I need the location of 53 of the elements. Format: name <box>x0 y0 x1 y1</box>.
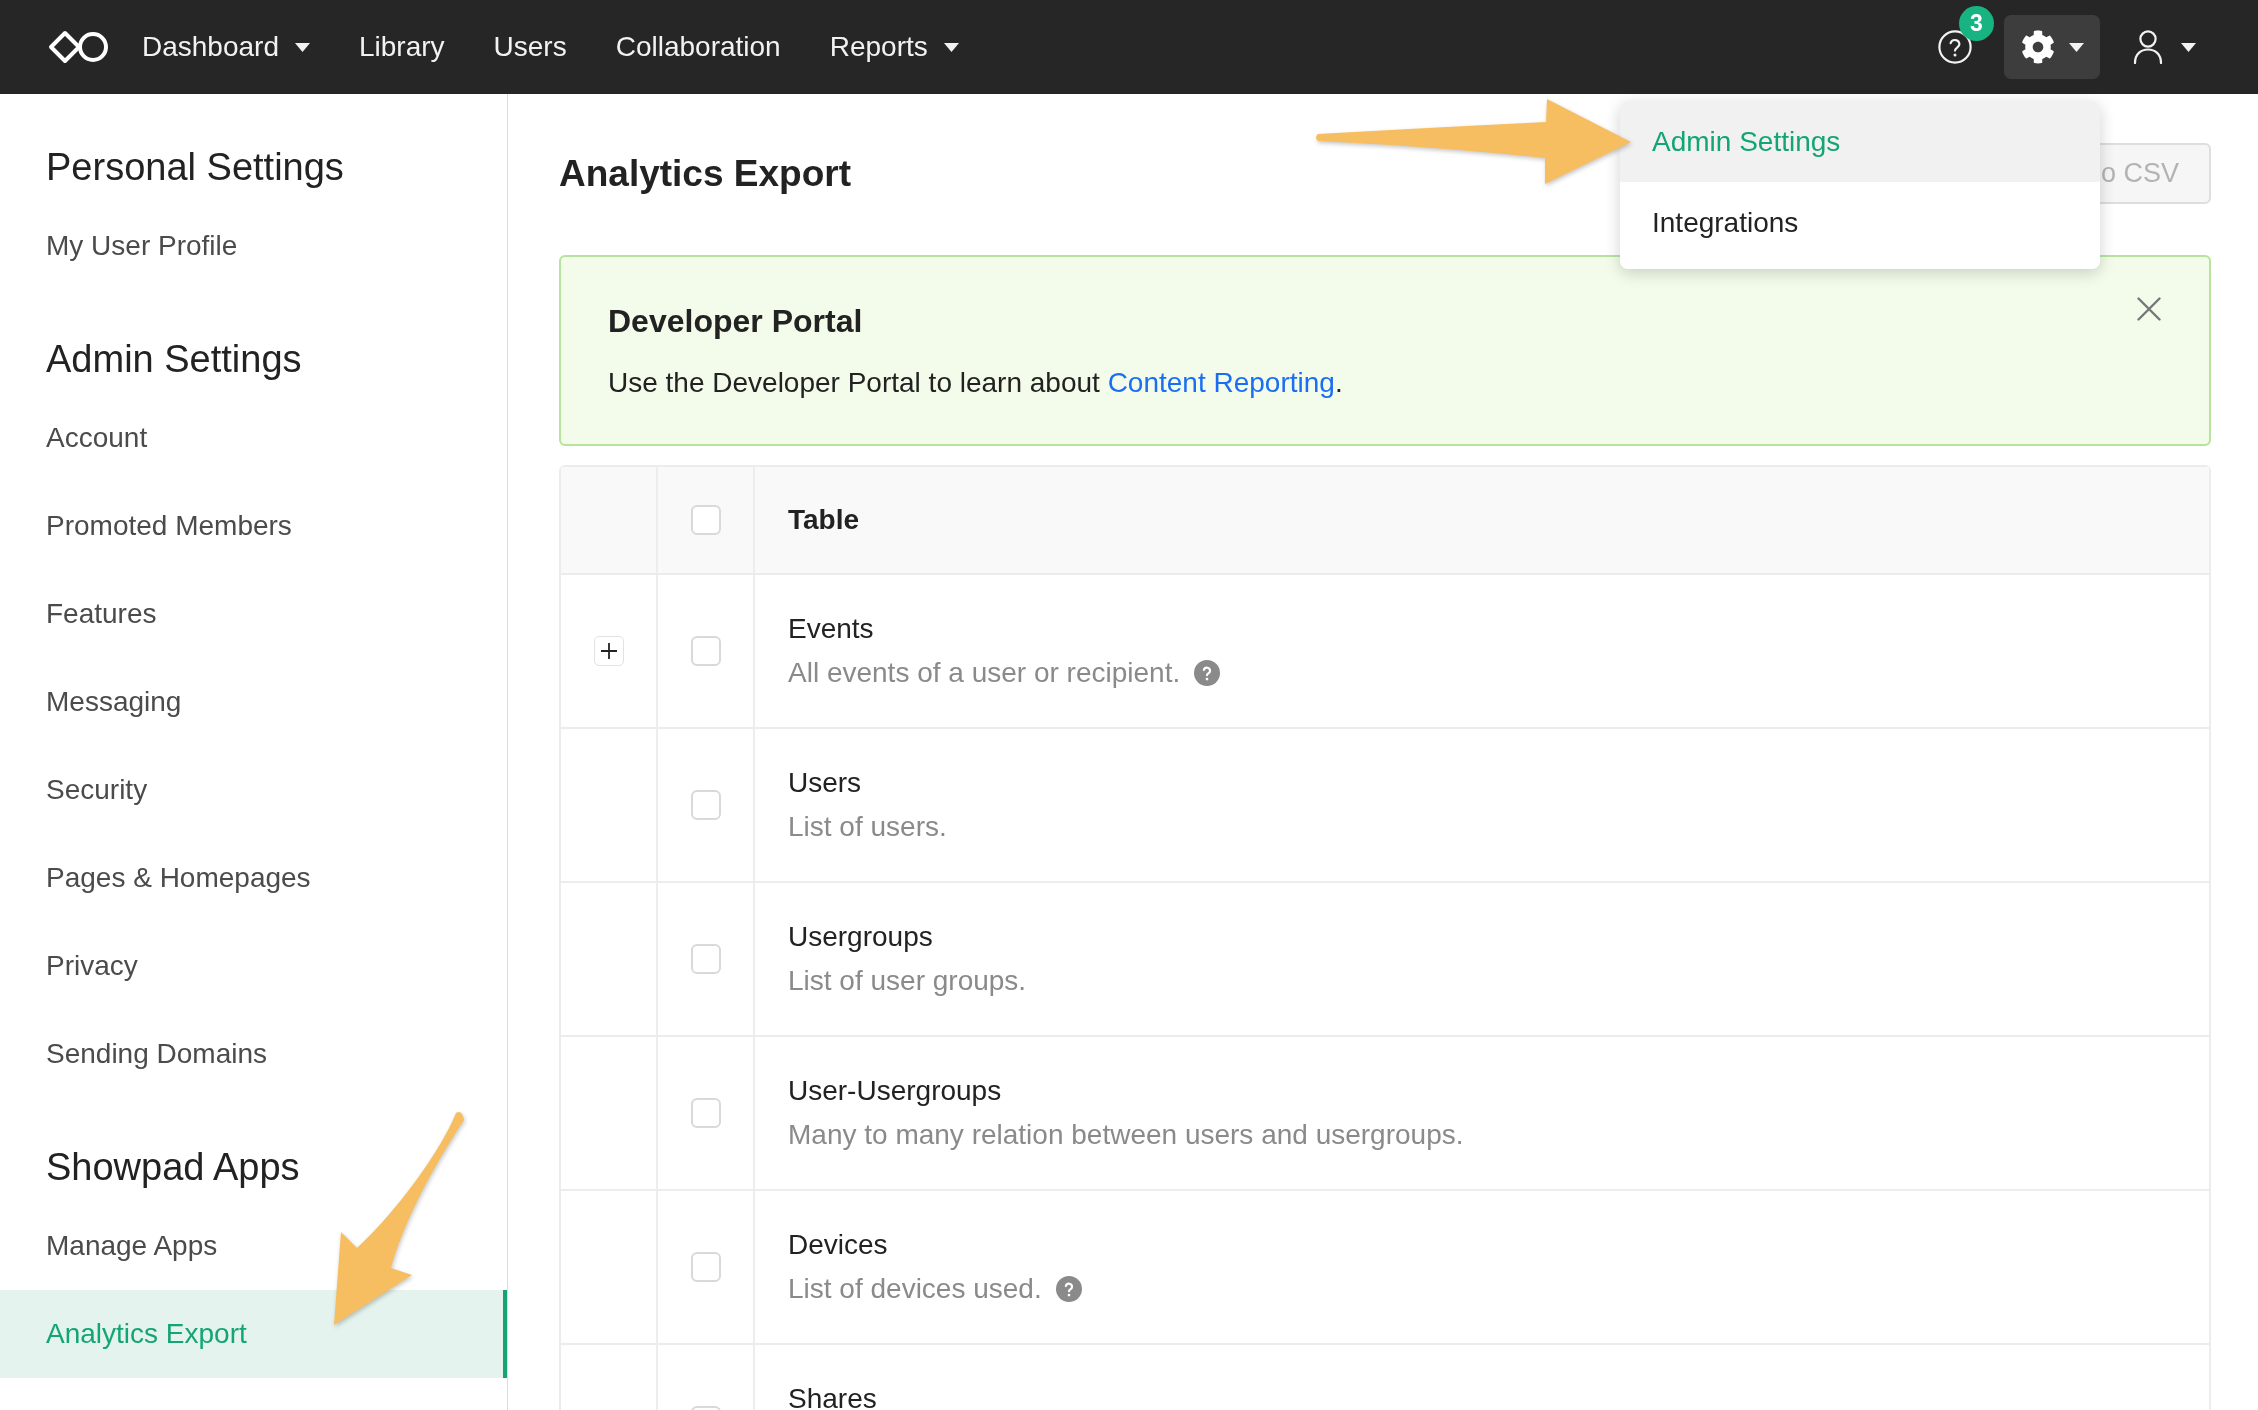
checkbox[interactable] <box>690 1252 721 1282</box>
row-title: Shares <box>788 1382 877 1410</box>
nav-item[interactable]: Collaboration <box>615 27 781 67</box>
row-title: Devices <box>788 1228 888 1262</box>
row-title: Users <box>788 766 862 800</box>
help-icon[interactable] <box>1938 30 1972 64</box>
sidebar-item[interactable]: Privacy <box>0 922 507 1010</box>
notification-badge: 3 <box>1959 6 1994 41</box>
banner-text: Use the Developer Portal to learn about Content Reporting. <box>608 366 1343 400</box>
banner-title: Developer Portal <box>608 303 863 339</box>
page-title: Analytics Export <box>559 151 851 196</box>
nav-item[interactable]: Dashboard <box>142 27 310 67</box>
checkbox[interactable] <box>690 505 721 535</box>
sidebar-item[interactable]: Promoted Members <box>0 482 507 570</box>
sidebar-item[interactable]: Sending Domains <box>0 1010 507 1098</box>
sidebar-item[interactable]: My User Profile <box>0 202 507 290</box>
logo-icon[interactable] <box>48 30 110 64</box>
row-title: Usergroups <box>788 920 933 954</box>
row-description: List of devices used. <box>788 1272 1042 1306</box>
row-description: Many to many relation between users and usergroups. <box>788 1118 1464 1152</box>
sidebar-item[interactable]: Messaging <box>0 658 507 746</box>
section-heading: Personal Settings <box>45 145 345 190</box>
user-menu-button[interactable] <box>2133 30 2196 64</box>
sidebar-item[interactable]: Features <box>0 570 507 658</box>
plus-icon <box>599 642 618 660</box>
sidebar-item[interactable]: Pages & Homepages <box>0 834 507 922</box>
nav-item[interactable]: Reports <box>829 27 959 67</box>
menu-item[interactable]: Integrations <box>1620 182 2100 263</box>
column-header: Table <box>788 504 860 536</box>
nav-item[interactable]: Library <box>359 27 445 67</box>
text-link[interactable]: Content Reporting <box>1107 367 1335 398</box>
row-title: User-Usergroups <box>788 1074 1002 1108</box>
checkbox[interactable] <box>690 636 721 666</box>
user-icon <box>2133 30 2163 64</box>
row-description: List of user groups. <box>788 964 1027 998</box>
caret-icon <box>2068 42 2084 52</box>
checkbox[interactable] <box>690 790 721 820</box>
caret-icon <box>2181 42 2196 52</box>
sidebar-item[interactable]: Security <box>0 746 507 834</box>
checkbox[interactable] <box>690 1098 721 1128</box>
checkbox[interactable] <box>690 944 721 974</box>
section-heading: Admin Settings <box>45 337 303 382</box>
nav-item[interactable]: Users <box>493 27 567 67</box>
row-title: Events <box>788 612 874 646</box>
expand-button[interactable] <box>593 636 624 666</box>
settings-icon <box>2020 30 2055 64</box>
row-description: List of users. <box>788 810 947 844</box>
close-icon[interactable] <box>2137 297 2161 321</box>
section-heading: Showpad Apps <box>45 1145 301 1190</box>
sidebar-item[interactable]: Manage Apps <box>0 1202 507 1290</box>
row-description: All events of a user or recipient. <box>788 656 1181 690</box>
sidebar-item[interactable]: Account <box>0 394 507 482</box>
settings-button[interactable] <box>2004 15 2100 79</box>
